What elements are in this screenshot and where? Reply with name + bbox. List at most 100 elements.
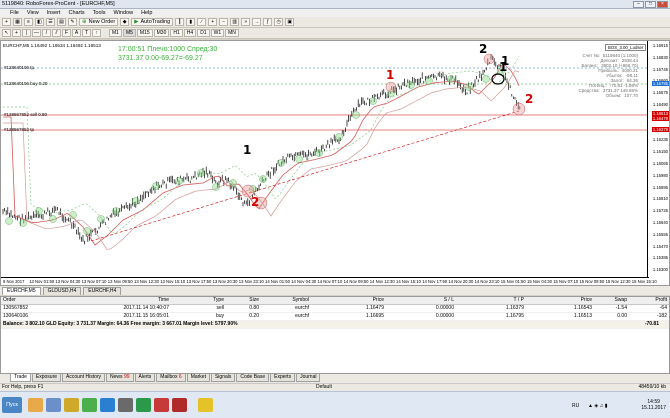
order-label-buy[interactable]: #128640106 buy 0.20 — [4, 81, 48, 86]
signal-circle — [19, 219, 27, 227]
col-profit[interactable]: Profit — [629, 297, 669, 304]
tab-news[interactable]: News 99 — [106, 374, 134, 382]
new-order-button[interactable]: ⊕ New Order — [79, 18, 119, 26]
chart-window[interactable]: 1212112 EURCHF,M5 1.16492 1.16534 1.1649… — [0, 40, 670, 286]
cursor-icon[interactable]: ↖ — [2, 29, 11, 37]
vertical-line-icon[interactable]: | — [22, 29, 31, 37]
line-chart-icon[interactable]: ∕ — [197, 18, 207, 26]
col-current-price[interactable]: Price — [526, 297, 594, 304]
candle-chart-icon[interactable]: ▮ — [186, 18, 196, 26]
app-icon[interactable] — [46, 398, 61, 412]
col-type[interactable]: Type — [171, 297, 226, 304]
start-button[interactable]: Пуск — [2, 397, 22, 413]
channel-icon[interactable]: ⫽ — [52, 29, 61, 37]
order-label-sell[interactable]: #128567852 sell 0.80 — [4, 112, 47, 117]
menu-help[interactable]: Help — [141, 10, 152, 16]
chart-tab-gldusd-h4[interactable]: GLDUSD,H4 — [42, 287, 82, 295]
data-window-icon[interactable]: ◧ — [35, 18, 44, 26]
table-row[interactable]: 130640106 2017.11.15 16:05:01 buy 0.20 e… — [1, 313, 669, 321]
order-label-sell-tp[interactable]: #128567852 tp — [4, 127, 34, 132]
bar-chart-icon[interactable]: ┃ — [175, 18, 185, 26]
indicators-icon[interactable]: ƒ — [263, 18, 273, 26]
browser-icon[interactable] — [100, 398, 115, 412]
periods-icon[interactable]: ◷ — [274, 18, 284, 26]
language-indicator[interactable]: RU — [572, 403, 579, 409]
timeframe-m15[interactable]: M15 — [136, 29, 153, 37]
chrome-icon[interactable] — [82, 398, 97, 412]
tab-exposure[interactable]: Exposure — [31, 374, 62, 382]
menu-bar: File View Insert Charts Tools Window Hel… — [0, 9, 670, 17]
tab-mailbox[interactable]: Mailbox 6 — [156, 374, 186, 382]
folder-icon[interactable] — [64, 398, 79, 412]
trendline-icon[interactable]: / — [42, 29, 51, 37]
tab-experts[interactable]: Experts — [270, 374, 296, 382]
navigator-icon[interactable]: ☰ — [46, 18, 55, 26]
timeframe-m1[interactable]: M1 — [109, 29, 122, 37]
minimize-button[interactable]: – — [633, 1, 644, 8]
tab-code-base[interactable]: Code Base — [236, 374, 270, 382]
label-tool-icon[interactable]: T — [82, 29, 91, 37]
autoscroll-icon[interactable]: » — [241, 18, 251, 26]
terminal-icon[interactable]: ▤ — [57, 18, 66, 26]
timeframe-w1[interactable]: W1 — [210, 29, 225, 37]
zoom-in-icon[interactable]: + — [208, 18, 218, 26]
arrows-icon[interactable]: ↑ — [92, 29, 101, 37]
price-axis[interactable]: 1.169151.168301.167451.166601.165751.164… — [647, 41, 669, 277]
col-sl[interactable]: S / L — [386, 297, 456, 304]
metatrader-icon[interactable] — [154, 398, 169, 412]
menu-window[interactable]: Window — [114, 10, 134, 16]
text-tool-icon[interactable]: A — [72, 29, 81, 37]
status-profile[interactable]: Default — [316, 384, 332, 391]
col-price[interactable]: Price — [311, 297, 386, 304]
maximize-button[interactable]: □ — [645, 1, 656, 8]
mail-icon[interactable] — [198, 398, 213, 412]
time-axis[interactable]: 9 Nov 2017 13 Nov 01:50 13 Nov 04:30 13 Nov… — [1, 277, 657, 286]
timeframe-h4[interactable]: H4 — [183, 29, 197, 37]
menu-view[interactable]: View — [27, 10, 39, 16]
timeframe-m5[interactable]: M5 — [122, 29, 136, 37]
profiles-icon[interactable]: ▦ — [13, 18, 22, 26]
tab-account-history[interactable]: Account History — [62, 374, 106, 382]
menu-tools[interactable]: Tools — [93, 10, 106, 16]
order-label-tp[interactable]: #128640106 tp — [4, 65, 34, 70]
timeframe-d1[interactable]: D1 — [197, 29, 210, 37]
col-order[interactable]: Order — [1, 297, 61, 304]
horizontal-line-icon[interactable]: — — [32, 29, 41, 37]
metaeditor-icon[interactable]: ◆ — [120, 18, 130, 26]
timeframe-h1[interactable]: H1 — [170, 29, 183, 37]
col-symbol[interactable]: Symbol — [261, 297, 311, 304]
skype-icon[interactable] — [118, 398, 133, 412]
tab-trade[interactable]: Trade — [10, 374, 31, 382]
tab-market[interactable]: Market — [186, 374, 210, 382]
tester-icon[interactable]: ✎ — [68, 18, 77, 26]
timeframe-mn[interactable]: MN — [225, 29, 239, 37]
tab-journal[interactable]: Journal — [296, 374, 321, 382]
table-row[interactable]: 130567852 2017.11.14 10:40:07 sell 0.80 … — [1, 305, 669, 313]
metatrader2-icon[interactable] — [172, 398, 187, 412]
col-swap[interactable]: Swap — [594, 297, 629, 304]
zoom-out-icon[interactable]: − — [219, 18, 229, 26]
tile-windows-icon[interactable]: ▥ — [230, 18, 240, 26]
explorer-icon[interactable] — [28, 398, 43, 412]
col-size[interactable]: Size — [226, 297, 261, 304]
new-chart-icon[interactable]: + — [2, 18, 11, 26]
terminal-app-icon[interactable] — [136, 398, 151, 412]
tab-alerts[interactable]: Alerts — [134, 374, 156, 382]
col-tp[interactable]: T / P — [456, 297, 526, 304]
fibonacci-icon[interactable]: F — [62, 29, 71, 37]
market-watch-icon[interactable]: ≡ — [24, 18, 33, 26]
menu-file[interactable]: File — [10, 10, 19, 16]
chart-tab-eurchf-m5[interactable]: EURCHF,M5 — [2, 287, 41, 295]
chart-tab-eurchf-h4[interactable]: EURCHF,H4 — [83, 287, 122, 295]
close-button[interactable]: × — [657, 1, 668, 8]
autotrading-button[interactable]: ▶ AutoTrading — [131, 18, 174, 26]
col-time[interactable]: Time — [61, 297, 171, 304]
templates-icon[interactable]: ▣ — [285, 18, 295, 26]
chart-shift-icon[interactable]: → — [252, 18, 262, 26]
taskbar-clock[interactable]: 14:59 15.11.2017 — [641, 399, 666, 411]
menu-insert[interactable]: Insert — [47, 10, 61, 16]
timeframe-m30[interactable]: M30 — [153, 29, 170, 37]
tab-signals[interactable]: Signals — [210, 374, 236, 382]
crosshair-icon[interactable]: + — [12, 29, 21, 37]
menu-charts[interactable]: Charts — [68, 10, 84, 16]
